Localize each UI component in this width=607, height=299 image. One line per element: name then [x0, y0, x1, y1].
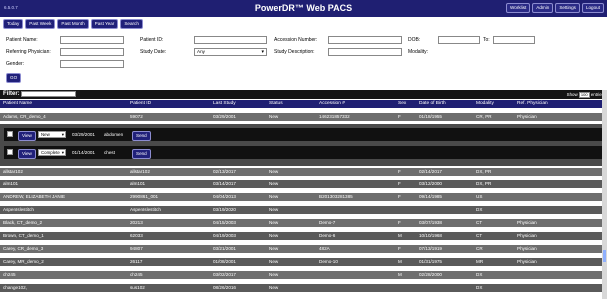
col-last-study[interactable]: Last Study	[213, 101, 236, 106]
study-description-label: Study Description:	[274, 49, 315, 55]
gender-input[interactable]	[60, 60, 124, 68]
table-row[interactable]: Brown, CT_demo_1 62033 04/19/2003 New De…	[0, 232, 607, 240]
search-button[interactable]: Search	[120, 19, 143, 29]
study-date: 03/29/2001	[72, 132, 95, 137]
nav-buttons: Worklist Admin Settings Logout	[506, 3, 604, 13]
view-button[interactable]: View	[18, 148, 36, 159]
col-modality[interactable]: Modality	[476, 101, 494, 106]
gender-label: Gender:	[6, 61, 25, 67]
show-label: Show	[566, 92, 578, 97]
expanded-studies-panel: View New 03/29/2001 abdomen Send View Co…	[0, 124, 607, 166]
table-header: Patient Name Patient ID Last Study Statu…	[0, 100, 607, 108]
study-status-select[interactable]: Complete	[38, 148, 66, 156]
logout-button[interactable]: Logout	[581, 3, 604, 13]
table-row[interactable]: alm101 alm101 03/14/2017 New F 03/12/200…	[0, 180, 607, 188]
col-patient-id[interactable]: Patient ID	[130, 101, 151, 106]
col-dob[interactable]: Date of Birth	[419, 101, 446, 106]
vertical-scrollbar[interactable]	[602, 90, 607, 299]
filter-label: Filter:	[3, 91, 20, 97]
referring-physician-label: Referring Physician:	[6, 49, 51, 55]
today-button[interactable]: Today	[3, 19, 24, 29]
search-form: Patient Name: Patient ID: Accession Numb…	[0, 34, 607, 84]
study-description-input[interactable]	[328, 48, 402, 56]
patient-name-label: Patient Name:	[6, 37, 38, 43]
quick-filter-buttons: Today Past Week Past Month Past Year Sea…	[3, 19, 143, 29]
table-row[interactable]: AspenIslestitch AspenIslestitch 03/19/20…	[0, 206, 607, 214]
col-sex[interactable]: Sex	[398, 101, 406, 106]
past-week-button[interactable]: Past Week	[25, 19, 56, 29]
table-row[interactable]: allstar102 allstar102 02/13/2017 New F 0…	[0, 168, 607, 176]
accession-label: Accession Number:	[274, 37, 318, 43]
patient-id-label: Patient ID:	[140, 37, 164, 43]
entries-select[interactable]: 100	[578, 92, 590, 98]
study-row: View New 03/29/2001 abdomen Send	[4, 128, 602, 141]
study-checkbox[interactable]	[7, 131, 13, 137]
study-row: View Complete 01/14/2001 chest Send	[4, 146, 602, 159]
study-status-select[interactable]: New	[38, 130, 66, 138]
table-row[interactable]: Carey, MR_demo_2 26117 01/08/2001 New De…	[0, 258, 607, 266]
table-row[interactable]: ch245 ch245 03/02/2017 New M 02/28/2000 …	[0, 271, 607, 279]
go-button[interactable]: GO	[6, 73, 22, 83]
table-row[interactable]: Black, CT_demo_2 20213 04/15/2003 New De…	[0, 219, 607, 227]
send-button[interactable]: Send	[132, 130, 151, 141]
dob-to-input[interactable]	[493, 36, 535, 44]
study-date: 01/14/2001	[72, 150, 95, 155]
filter-input[interactable]	[21, 91, 76, 97]
worklist-button[interactable]: Worklist	[506, 3, 531, 13]
modality-label: Modality:	[408, 49, 429, 55]
past-year-button[interactable]: Past Year	[90, 19, 119, 29]
view-button[interactable]: View	[18, 130, 36, 141]
filter-bar: Filter: Show 100 entries	[0, 90, 607, 99]
table-row[interactable]: Adams, CR_demo_4 59072 03/29/2001 New 14…	[0, 113, 607, 121]
col-status[interactable]: Status	[269, 101, 283, 106]
past-month-button[interactable]: Past Month	[57, 19, 89, 29]
settings-button[interactable]: Settings	[555, 3, 580, 13]
study-date-label: Study Date:	[140, 49, 167, 55]
table-row[interactable]: ANDREW, ELIZABETH JANIE 2990861_001 04/0…	[0, 193, 607, 201]
col-accession[interactable]: Accession #	[319, 101, 345, 106]
study-checkbox[interactable]	[7, 149, 13, 155]
top-bar: 6.5.0.7 PowerDR™ Web PACS Worklist Admin…	[0, 0, 607, 17]
table-row[interactable]: change102, sus102 08/26/2016 New DX	[0, 284, 607, 292]
study-date-select[interactable]: Any	[194, 48, 267, 56]
referring-physician-input[interactable]	[60, 48, 124, 56]
study-description: chest	[104, 150, 115, 155]
dob-from-input[interactable]	[438, 36, 480, 44]
col-patient-name[interactable]: Patient Name	[3, 101, 32, 106]
scrollbar-thumb[interactable]	[603, 250, 606, 262]
dob-to-label: To:	[483, 37, 490, 43]
send-button[interactable]: Send	[132, 148, 151, 159]
table-row[interactable]: Carey, CR_demo_3 94807 03/21/2001 New 48…	[0, 245, 607, 253]
col-ref-physician[interactable]: Ref. Physician	[517, 101, 548, 106]
patient-id-input[interactable]	[194, 36, 267, 44]
study-description: abdomen	[104, 132, 124, 137]
entries-control: Show 100 entries	[567, 92, 604, 98]
dob-label: DOB:	[408, 37, 421, 43]
patient-name-input[interactable]	[60, 36, 124, 44]
admin-button[interactable]: Admin	[532, 3, 554, 13]
accession-input[interactable]	[328, 36, 402, 44]
